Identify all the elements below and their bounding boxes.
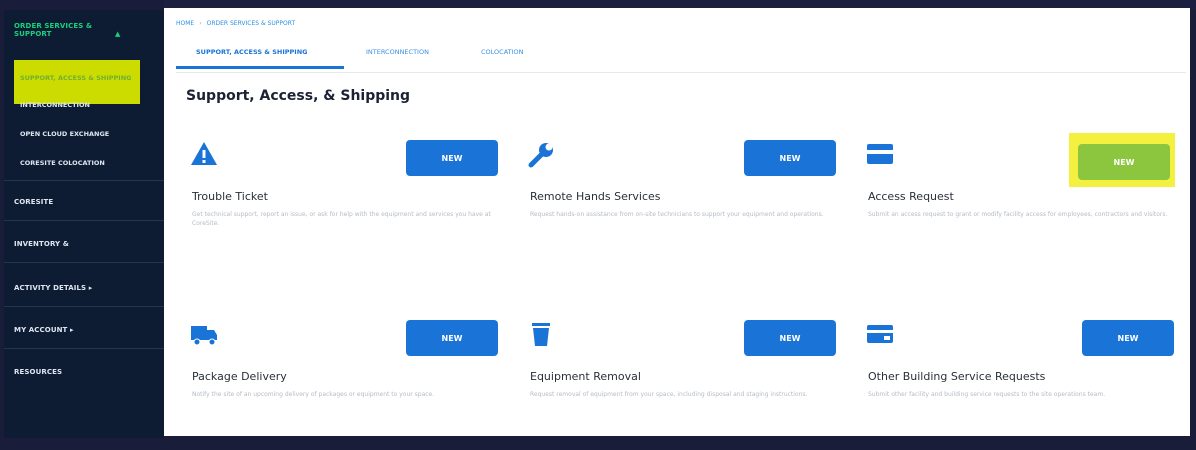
breadcrumb-current[interactable]: ORDER SERVICES & SUPPORT xyxy=(207,20,296,27)
new-access-request-button[interactable]: NEW xyxy=(1078,144,1170,180)
card-description: Request hands-on assistance from on-site… xyxy=(530,211,824,218)
sidebar-item-label: INVENTORY & xyxy=(14,240,69,248)
sidebar-item-open-cloud-exchange[interactable]: OPEN CLOUD EXCHANGE xyxy=(14,130,159,138)
sidebar-section-label: ORDER SERVICES & SUPPORT xyxy=(14,22,93,38)
sidebar-item-label: CORESITE xyxy=(14,198,54,206)
card-title[interactable]: Trouble Ticket xyxy=(192,190,268,203)
app-window: ORDER SERVICES & SUPPORT ▲ SUPPORT, ACCES… xyxy=(0,0,1196,438)
sidebar-item-label: SUPPORT, ACCESS & SHIPPING xyxy=(20,74,132,82)
sidebar-item-label: RESOURCES xyxy=(14,368,63,376)
breadcrumb-home[interactable]: HOME xyxy=(176,20,194,27)
card-trouble-ticket: NEW Trouble Ticket Get technical support… xyxy=(190,140,500,270)
new-equipment-removal-button[interactable]: NEW xyxy=(744,320,836,356)
sidebar-item-coresite-colocation[interactable]: CORESITE COLOCATION xyxy=(14,159,159,167)
card-title[interactable]: Equipment Removal xyxy=(530,370,641,383)
tab-colocation[interactable]: COLOCATION xyxy=(481,48,524,56)
sidebar-item-label: MY ACCOUNT ▸ xyxy=(14,326,74,334)
building-icon xyxy=(867,325,893,343)
divider xyxy=(4,220,164,221)
sidebar-item-inventory[interactable]: INVENTORY & xyxy=(4,240,164,248)
sidebar-item-label: ACTIVITY DETAILS ▸ xyxy=(14,284,93,292)
truck-icon xyxy=(191,326,217,346)
chevron-up-icon: ▲ xyxy=(115,30,121,38)
card-remote-hands: NEW Remote Hands Services Request hands-… xyxy=(528,140,838,270)
divider xyxy=(4,348,164,349)
page-title: Support, Access, & Shipping xyxy=(186,88,411,104)
sidebar-item-my-account[interactable]: MY ACCOUNT ▸ xyxy=(4,326,164,334)
card-description: Request removal of equipment from your s… xyxy=(530,391,808,398)
sidebar-item-label: CORESITE COLOCATION xyxy=(20,159,105,167)
sidebar-item-interconnection[interactable]: INTERCONNECTION xyxy=(14,101,159,109)
tab-support-access-shipping[interactable]: SUPPORT, ACCESS & SHIPPING xyxy=(196,48,308,56)
sidebar-item-resources[interactable]: RESOURCES xyxy=(4,368,164,376)
card-title[interactable]: Package Delivery xyxy=(192,370,287,383)
sidebar-item-label: INTERCONNECTION xyxy=(20,101,90,109)
card-description: Get technical support, report an issue, … xyxy=(192,211,491,227)
card-other-building-service: NEW Other Building Service Requests Subm… xyxy=(866,320,1176,450)
sidebar-item-support-access-shipping[interactable]: SUPPORT, ACCESS & SHIPPING xyxy=(14,60,140,104)
divider xyxy=(4,262,164,263)
sidebar-section-order-services[interactable]: ORDER SERVICES & SUPPORT ▲ xyxy=(4,22,164,38)
divider xyxy=(4,180,164,181)
tab-bar: SUPPORT, ACCESS & SHIPPING INTERCONNECTI… xyxy=(176,38,1186,73)
sidebar-item-coresite[interactable]: CORESITE xyxy=(4,198,164,206)
breadcrumb: HOME › ORDER SERVICES & SUPPORT xyxy=(176,20,295,27)
card-description: Submit an access request to grant or mod… xyxy=(868,211,1168,218)
card-icon xyxy=(867,144,893,164)
card-title[interactable]: Other Building Service Requests xyxy=(868,370,1045,383)
card-access-request: NEW Access Request Submit an access requ… xyxy=(866,140,1176,270)
active-tab-indicator xyxy=(176,66,344,69)
card-package-delivery: NEW Package Delivery Notify the site of … xyxy=(190,320,500,450)
new-package-delivery-button[interactable]: NEW xyxy=(406,320,498,356)
wrench-icon xyxy=(528,143,553,168)
sidebar-item-activity-details[interactable]: ACTIVITY DETAILS ▸ xyxy=(4,284,164,292)
card-description: Notify the site of an upcoming delivery … xyxy=(192,391,435,398)
card-title[interactable]: Remote Hands Services xyxy=(530,190,661,203)
card-description: Submit other facility and building servi… xyxy=(868,391,1106,398)
new-remote-hands-button[interactable]: NEW xyxy=(744,140,836,176)
trash-icon xyxy=(532,323,550,346)
new-trouble-ticket-button[interactable]: NEW xyxy=(406,140,498,176)
breadcrumb-separator: › xyxy=(199,20,202,27)
divider xyxy=(4,306,164,307)
card-equipment-removal: NEW Equipment Removal Request removal of… xyxy=(528,320,838,450)
warning-icon xyxy=(191,142,217,165)
sidebar: ORDER SERVICES & SUPPORT ▲ SUPPORT, ACCES… xyxy=(4,10,164,438)
new-other-request-button[interactable]: NEW xyxy=(1082,320,1174,356)
tab-interconnection[interactable]: INTERCONNECTION xyxy=(366,48,429,56)
sidebar-item-label: OPEN CLOUD EXCHANGE xyxy=(20,130,110,138)
card-title[interactable]: Access Request xyxy=(868,190,954,203)
